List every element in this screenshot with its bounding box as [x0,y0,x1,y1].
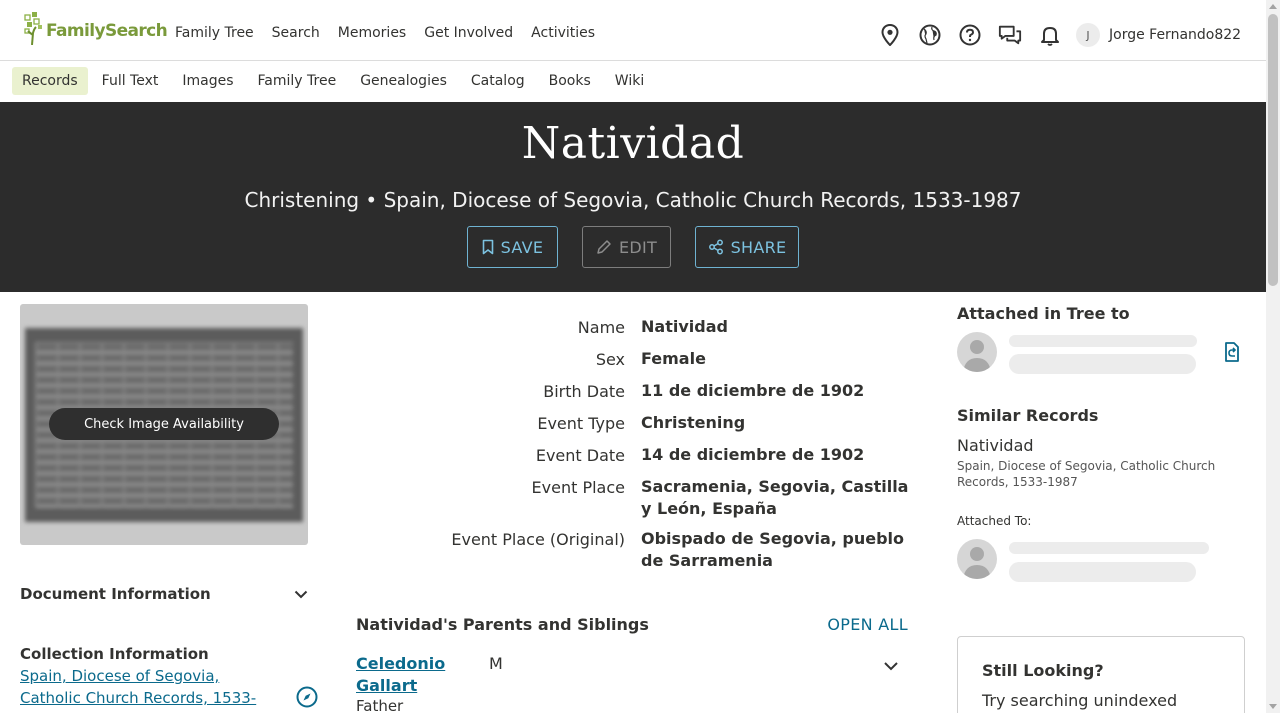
fact-label: Sex [595,350,625,369]
compass-icon[interactable] [296,686,318,708]
share-icon [708,239,723,255]
help-icon[interactable] [958,23,982,47]
fact-value: Natividad [641,317,728,336]
fact-value: Female [641,349,706,368]
fact-label: Birth Date [543,382,625,401]
subnav-books[interactable]: Books [539,67,601,95]
collection-information-title: Collection Information [20,645,209,663]
check-image-availability-button[interactable]: Check Image Availability [49,408,279,440]
bell-icon[interactable] [1038,23,1062,47]
subnav-genealogies[interactable]: Genealogies [350,67,457,95]
nav-memories[interactable]: Memories [338,25,406,41]
chevron-down-icon [294,590,308,598]
parents-siblings-title: Natividad's Parents and Siblings [356,615,649,634]
fact-value: 11 de diciembre de 1902 [641,381,865,400]
document-information-label: Document Information [20,585,211,603]
utility-icons: J Jorge Fernando822 [878,23,1241,47]
loading-placeholder-bar [1009,354,1196,374]
fact-label: Event Place (Original) [451,530,625,549]
loading-placeholder-bar [1009,542,1209,554]
search-subnav: Records Full Text Images Family Tree Gen… [0,62,1266,102]
person-name-link[interactable]: Celedonio Gallart [356,653,466,697]
fact-value: 14 de diciembre de 1902 [641,445,865,464]
record-header: Natividad Christening • Spain, Diocese o… [0,102,1266,292]
page-title: Natividad [521,118,745,169]
top-navigation: FamilySearch Family Tree Search Memories… [0,0,1266,61]
brand-name: FamilySearch [46,21,168,41]
similar-record-collection: Spain, Diocese of Segovia, Catholic Chur… [957,459,1216,489]
familysearch-logo[interactable]: FamilySearch [24,11,168,45]
subnav-full-text[interactable]: Full Text [92,67,169,95]
save-label: SAVE [500,237,544,257]
fact-label: Event Place [531,478,625,497]
person-sex: M [489,654,503,673]
subnav-records[interactable]: Records [12,67,88,95]
subnav-catalog[interactable]: Catalog [461,67,535,95]
fact-label: Event Type [537,414,625,433]
user-avatar[interactable]: J [1076,23,1100,47]
main-nav: Family Tree Search Memories Get Involved… [175,25,613,41]
record-image-thumbnail[interactable]: Check Image Availability [20,304,308,545]
record-subtitle: Christening • Spain, Diocese of Segovia,… [244,188,1022,212]
nav-activities[interactable]: Activities [531,25,595,41]
chat-icon[interactable] [998,23,1022,47]
page-scrollbar[interactable] [1266,0,1280,713]
subnav-family-tree[interactable]: Family Tree [248,67,347,95]
fact-label: Name [577,318,625,337]
nav-family-tree[interactable]: Family Tree [175,25,254,41]
loading-placeholder-bar [1009,335,1197,347]
scroll-down-arrow-icon[interactable] [1269,704,1277,709]
user-name[interactable]: Jorge Fernando822 [1109,27,1241,43]
parents-siblings-header: Natividad's Parents and Siblings OPEN AL… [356,614,908,636]
scrollbar-thumb[interactable] [1268,14,1278,286]
subnav-images[interactable]: Images [172,67,243,95]
fact-value: Obispado de Segovia, pueblo de Sarrameni… [641,529,905,570]
document-information-toggle[interactable]: Document Information [20,584,308,604]
person-placeholder-avatar [957,539,997,579]
fact-value: Sacramenia, Segovia, Castilla y León, Es… [641,477,909,518]
attached-to-label: Attached To: [957,514,1032,528]
collection-link[interactable]: Spain, Diocese of Segovia, Catholic Chur… [20,665,270,709]
fact-value: Christening [641,413,746,432]
chevron-down-icon[interactable] [883,661,899,671]
tree-logo-icon [24,12,42,45]
nav-get-involved[interactable]: Get Involved [424,25,513,41]
share-button[interactable]: SHARE [695,226,799,268]
edit-label: EDIT [618,237,658,257]
nav-search[interactable]: Search [272,25,320,41]
similar-record-name[interactable]: Natividad [957,436,1034,455]
still-looking-title: Still Looking? [982,661,1104,680]
bookmark-icon [482,239,493,255]
scroll-up-arrow-icon[interactable] [1269,4,1277,9]
still-looking-card: Still Looking? Try searching unindexed [957,636,1245,713]
edit-button[interactable]: EDIT [582,226,671,268]
loading-placeholder-bar [1009,562,1196,582]
attached-in-tree-title: Attached in Tree to [957,304,1130,323]
share-label: SHARE [730,237,787,257]
globe-icon[interactable] [918,23,942,47]
open-all-button[interactable]: OPEN ALL [827,615,908,634]
similar-records-title: Similar Records [957,406,1099,425]
location-pin-icon[interactable] [878,23,902,47]
still-looking-text: Try searching unindexed [982,691,1178,710]
fact-label: Event Date [535,446,625,465]
person-placeholder-avatar [957,332,997,372]
pencil-icon [597,240,611,254]
attach-to-tree-icon[interactable] [1221,341,1243,363]
subnav-wiki[interactable]: Wiki [605,67,654,95]
save-button[interactable]: SAVE [467,226,558,268]
person-relationship: Father [356,697,404,713]
